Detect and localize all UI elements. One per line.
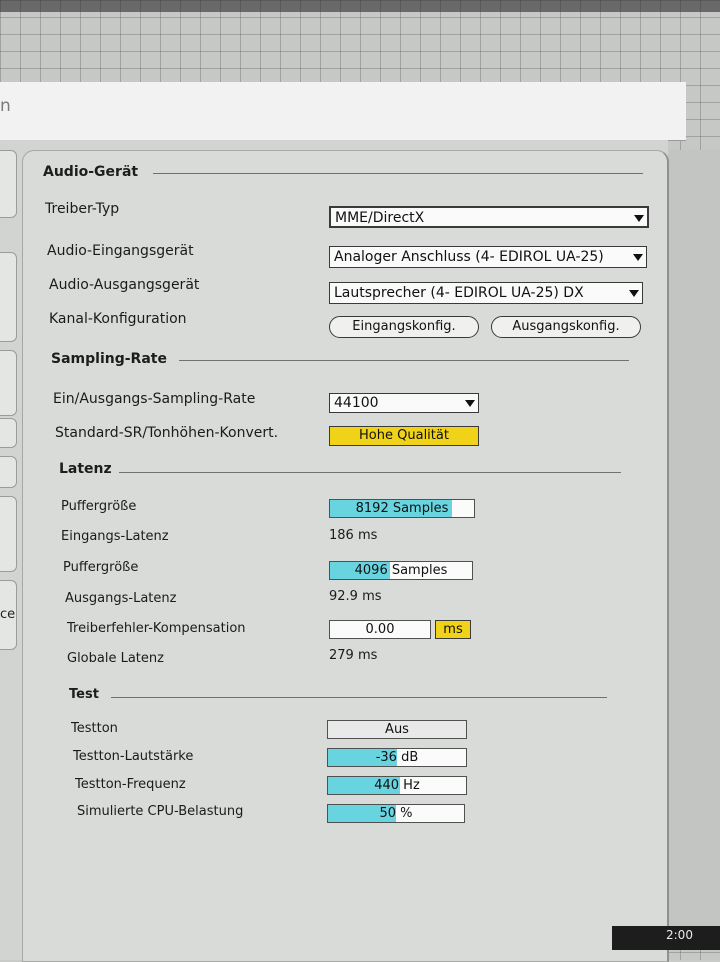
channel-config-label: Kanal-Konfiguration <box>49 311 187 327</box>
test-tone-volume-value: -36 dB <box>375 750 419 765</box>
driver-type-value: MME/DirectX <box>335 210 425 226</box>
section-divider <box>111 697 607 698</box>
output-buffer-size-label: Puffergröße <box>63 560 139 575</box>
sidebar-tab-1[interactable] <box>0 150 17 218</box>
sr-conversion-button[interactable]: Hohe Qualität <box>329 426 479 446</box>
test-tone-toggle[interactable]: Aus <box>327 720 467 739</box>
chevron-down-icon <box>634 215 644 222</box>
driver-error-comp-field[interactable]: 0.00 <box>329 620 431 639</box>
input-device-value: Analoger Anschluss (4- EDIROL UA-25) <box>334 249 604 265</box>
section-latency: Latenz <box>59 461 112 477</box>
output-device-label: Audio-Ausgangsgerät <box>49 277 200 293</box>
window-title-bar: n <box>0 82 686 141</box>
audio-settings-panel: Audio-Gerät Treiber-Typ MME/DirectX Audi… <box>22 150 669 962</box>
section-divider <box>153 173 643 174</box>
top-dark-strip <box>0 0 720 12</box>
section-divider <box>119 472 621 473</box>
test-tone-frequency-label: Testton-Frequenz <box>75 777 186 792</box>
output-device-select[interactable]: Lautsprecher (4- EDIROL UA-25) DX <box>329 282 643 304</box>
output-latency-label: Ausgangs-Latenz <box>65 591 177 606</box>
input-config-button[interactable]: Eingangskonfig. <box>329 316 479 338</box>
driver-error-comp-label: Treiberfehler-Kompensation <box>67 621 246 636</box>
test-tone-volume-field[interactable]: -36 dB <box>327 748 467 767</box>
sidebar-tab-5[interactable] <box>0 456 17 488</box>
test-tone-frequency-value: 440 Hz <box>374 778 420 793</box>
sr-conversion-label: Standard-SR/Tonhöhen-Konvert. <box>55 425 279 441</box>
output-device-value: Lautsprecher (4- EDIROL UA-25) DX <box>334 285 584 301</box>
simulated-cpu-load-value: 50 % <box>379 806 413 821</box>
driver-type-label: Treiber-Typ <box>45 201 120 217</box>
overall-latency-label: Globale Latenz <box>67 651 164 666</box>
output-buffer-size-value: 4096 Samples <box>354 563 448 578</box>
input-buffer-size-field[interactable]: 8192 Samples <box>329 499 475 518</box>
section-sampling-rate: Sampling-Rate <box>51 351 167 367</box>
input-device-label: Audio-Eingangsgerät <box>47 243 194 259</box>
io-sampling-rate-select[interactable]: 44100 <box>329 393 479 413</box>
input-latency-label: Eingangs-Latenz <box>61 529 169 544</box>
io-sampling-rate-label: Ein/Ausgangs-Sampling-Rate <box>53 391 256 407</box>
input-latency-value: 186 ms <box>329 528 378 543</box>
sidebar-tab-6[interactable] <box>0 496 17 572</box>
overall-latency-value: 279 ms <box>329 648 378 663</box>
test-tone-label: Testton <box>71 721 118 736</box>
simulated-cpu-load-field[interactable]: 50 % <box>327 804 465 823</box>
test-tone-value: Aus <box>385 722 409 737</box>
simulated-cpu-load-label: Simulierte CPU-Belastung <box>77 804 244 819</box>
section-divider <box>179 360 629 361</box>
section-audio-device: Audio-Gerät <box>43 164 139 180</box>
section-test: Test <box>69 687 99 702</box>
chevron-down-icon <box>465 400 475 407</box>
sidebar-tab-3[interactable] <box>0 350 17 416</box>
io-sampling-rate-value: 44100 <box>334 395 379 411</box>
driver-error-comp-unit-button[interactable]: ms <box>435 620 471 639</box>
test-tone-volume-label: Testton-Lautstärke <box>73 749 194 764</box>
test-tone-frequency-field[interactable]: 440 Hz <box>327 776 467 795</box>
output-buffer-size-field[interactable]: 4096 Samples <box>329 561 473 580</box>
driver-error-comp-value: 0.00 <box>365 622 395 637</box>
output-latency-value: 92.9 ms <box>329 589 382 604</box>
input-buffer-size-value: 8192 Samples <box>355 501 449 516</box>
output-config-button[interactable]: Ausgangskonfig. <box>491 316 641 338</box>
input-device-select[interactable]: Analoger Anschluss (4- EDIROL UA-25) <box>329 246 647 268</box>
right-scroll-area <box>668 150 720 926</box>
sidebar-tab-2[interactable] <box>0 252 17 342</box>
chevron-down-icon <box>629 290 639 297</box>
sidebar-tab-4[interactable] <box>0 418 17 448</box>
sidebar-tab-label: ce <box>0 607 16 622</box>
driver-type-select[interactable]: MME/DirectX <box>329 206 649 228</box>
window-title: n <box>0 96 11 116</box>
chevron-down-icon <box>633 254 643 261</box>
time-display: 2:00 <box>666 928 693 942</box>
input-buffer-size-label: Puffergröße <box>61 499 137 514</box>
